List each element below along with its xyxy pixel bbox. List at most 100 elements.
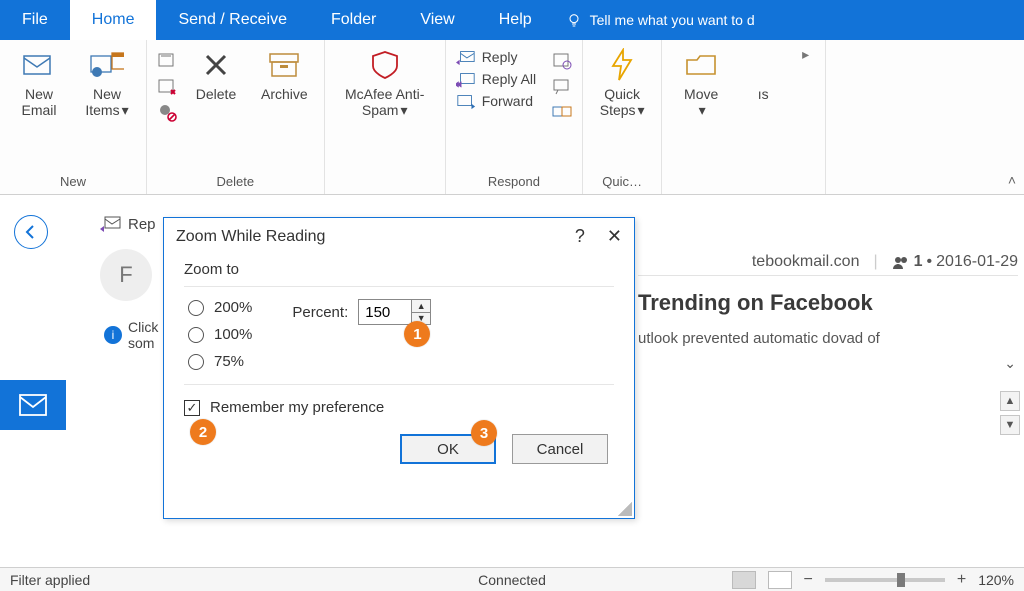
tags-button[interactable]: ıs <box>740 46 786 104</box>
delete-small-buttons <box>157 46 177 122</box>
delete-icon <box>201 50 231 80</box>
zoom-to-label: Zoom to <box>184 261 614 278</box>
message-date: 2016-01-29 <box>936 253 1018 271</box>
dialog-close-button[interactable]: ✕ <box>607 226 622 247</box>
zoom-slider-thumb[interactable] <box>897 573 905 587</box>
quick-steps-button[interactable]: Quick Steps▾ <box>593 46 651 120</box>
more-respond-icon[interactable] <box>552 102 572 122</box>
reply-button[interactable]: Reply <box>456 48 536 66</box>
zoom-in-button[interactable]: + <box>957 571 966 589</box>
callout-1: 1 <box>404 321 430 347</box>
callout-3: 3 <box>471 420 497 446</box>
view-normal-button[interactable] <box>732 571 756 589</box>
tab-file[interactable]: File <box>0 0 70 40</box>
forward-icon <box>456 92 476 110</box>
group-label-respond: Respond <box>488 171 540 194</box>
back-button[interactable] <box>14 215 48 249</box>
from-domain: tebookmail.con <box>752 253 860 271</box>
remember-preference-checkbox[interactable]: ✓ Remember my preference 2 <box>184 399 614 416</box>
tab-send-receive[interactable]: Send / Receive <box>156 0 309 40</box>
ribbon-overflow-button[interactable]: ▸ <box>796 46 815 63</box>
expand-header-button[interactable]: ⌄ <box>1004 355 1016 372</box>
tab-help[interactable]: Help <box>477 0 554 40</box>
status-filter: Filter applied <box>10 572 90 588</box>
view-reading-button[interactable] <box>768 571 792 589</box>
dialog-help-button[interactable]: ? <box>575 226 585 247</box>
im-icon[interactable] <box>552 76 572 96</box>
reply-icon <box>100 215 122 233</box>
status-bar: Filter applied Connected − + 120% <box>0 567 1024 591</box>
checkbox-icon: ✓ <box>184 400 200 416</box>
infobar-line2: som <box>128 335 158 351</box>
zoom-100-radio[interactable]: 100% <box>188 326 252 343</box>
quick-steps-icon <box>607 48 637 82</box>
new-items-button[interactable]: New Items▾ <box>78 46 136 120</box>
tell-me-placeholder: Tell me what you want to d <box>590 12 755 28</box>
group-new: New Email New Items▾ New <box>0 40 147 194</box>
new-items-icon <box>90 50 124 80</box>
tab-folder[interactable]: Folder <box>309 0 398 40</box>
reply-icon <box>456 48 476 66</box>
status-zoom-level: 120% <box>978 572 1014 588</box>
message-subject: Trending on Facebook <box>638 290 1018 316</box>
ribbon: New Email New Items▾ New Delete Archive <box>0 40 1024 195</box>
group-label-delete: Delete <box>217 171 255 194</box>
group-delete: Delete Archive Delete <box>147 40 325 194</box>
scroll-up-button[interactable]: ▲ <box>1000 391 1020 411</box>
sender-avatar: F <box>100 249 152 301</box>
group-label-new: New <box>60 171 86 194</box>
scroll-down-button[interactable]: ▼ <box>1000 415 1020 435</box>
group-quick-steps: Quick Steps▾ Quic… <box>583 40 662 194</box>
people-icon <box>892 255 910 269</box>
move-button[interactable]: Move▾ <box>672 46 730 120</box>
reply-all-button[interactable]: Reply All <box>456 70 536 88</box>
info-icon: i <box>104 326 122 344</box>
new-email-icon <box>22 50 56 80</box>
group-move: Move▾ ıs ▸ <box>662 40 826 194</box>
new-email-button[interactable]: New Email <box>10 46 68 120</box>
people-count: 1 <box>914 253 923 271</box>
zoom-slider[interactable] <box>825 578 945 582</box>
blocked-content-notice: utlook prevented automatic dovad of <box>638 330 1018 347</box>
group-respond: Reply Reply All Forward Respond <box>446 40 583 194</box>
message-preview: tebookmail.con | 1 • 2016-01-29 Trending… <box>638 253 1018 347</box>
ribbon-tabs: File Home Send / Receive Folder View Hel… <box>0 0 1024 40</box>
percent-input[interactable] <box>359 300 411 324</box>
zoom-out-button[interactable]: − <box>804 571 813 589</box>
back-arrow-icon <box>22 223 40 241</box>
mcafee-button[interactable]: McAfee Anti- Spam▾ <box>335 46 435 120</box>
tell-me-search[interactable]: Tell me what you want to d <box>554 0 1024 40</box>
archive-button[interactable]: Archive <box>255 46 314 104</box>
reply-hint-text[interactable]: Rep <box>128 216 156 233</box>
nav-mail-button[interactable] <box>0 380 66 430</box>
junk-icon[interactable] <box>157 102 177 122</box>
percent-step-up[interactable]: ▲ <box>412 300 430 313</box>
archive-icon <box>267 50 301 80</box>
scroll-buttons: ▲ ▼ <box>1000 391 1020 435</box>
group-label-mcafee <box>383 171 387 194</box>
infobar-line1[interactable]: Click <box>128 319 158 335</box>
zoom-75-radio[interactable]: 75% <box>188 353 252 370</box>
meeting-icon[interactable] <box>552 50 572 70</box>
zoom-dialog: Zoom While Reading ? ✕ Zoom to 200% 100%… <box>163 217 635 519</box>
group-label-quick: Quic… <box>602 171 642 194</box>
tab-home[interactable]: Home <box>70 0 157 40</box>
dialog-resize-grip[interactable] <box>618 502 632 516</box>
mail-icon <box>19 394 47 416</box>
delete-button[interactable]: Delete <box>187 46 245 104</box>
zoom-200-radio[interactable]: 200% <box>188 299 252 316</box>
move-folder-icon <box>684 50 718 80</box>
reply-all-icon <box>456 70 476 88</box>
tab-view[interactable]: View <box>398 0 476 40</box>
cancel-button[interactable]: Cancel <box>512 434 608 464</box>
clean-up-icon[interactable] <box>157 76 177 96</box>
mcafee-shield-icon <box>369 49 401 81</box>
dialog-title: Zoom While Reading <box>176 228 325 246</box>
lightbulb-icon <box>566 12 582 28</box>
percent-label: Percent: <box>292 304 348 321</box>
collapse-ribbon-button[interactable]: ˄ <box>1008 172 1016 188</box>
forward-button[interactable]: Forward <box>456 92 536 110</box>
ignore-icon[interactable] <box>157 50 177 70</box>
group-mcafee: McAfee Anti- Spam▾ <box>325 40 446 194</box>
status-connected: Connected <box>478 572 546 588</box>
